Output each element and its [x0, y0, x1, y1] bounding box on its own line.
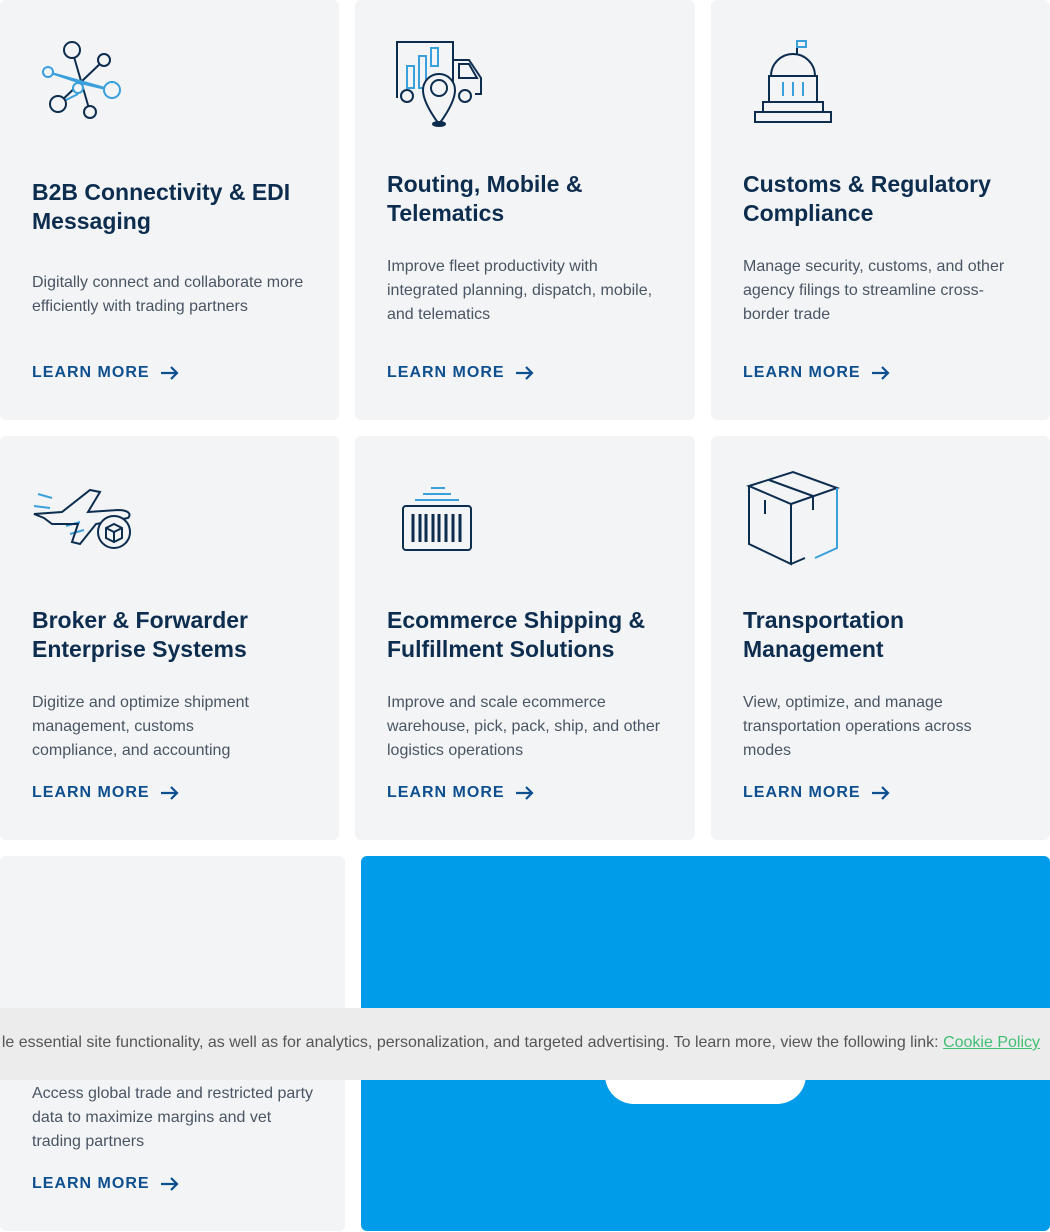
learn-more-link[interactable]: LEARN MORE [32, 784, 180, 802]
network-nodes-icon [38, 36, 130, 131]
solution-card-customs: Customs & Regulatory Compliance Manage s… [711, 0, 1050, 420]
card-title: Customs & Regulatory Compliance [743, 171, 991, 226]
airplane-package-icon [32, 484, 136, 559]
arrow-right-icon [871, 786, 890, 800]
arrow-right-icon [871, 366, 890, 380]
learn-more-link[interactable]: LEARN MORE [743, 364, 891, 382]
learn-more-link[interactable]: LEARN MORE [32, 364, 180, 382]
cookie-banner: le essential site functionality, as well… [0, 1008, 1050, 1080]
card-description: Digitally connect and collaborate more e… [32, 274, 304, 315]
box-icon [745, 470, 841, 573]
solution-card-routing: Routing, Mobile & Telematics Improve fle… [355, 0, 695, 420]
learn-more-link[interactable]: LEARN MORE [743, 784, 891, 802]
learn-more-label: LEARN MORE [32, 1175, 150, 1192]
government-building-icon [753, 38, 835, 133]
solution-card-transportation: Transportation Management View, optimize… [711, 436, 1050, 840]
learn-more-label: LEARN MORE [387, 364, 505, 381]
learn-more-label: LEARN MORE [743, 784, 861, 801]
arrow-right-icon [515, 786, 534, 800]
solution-card-broker: Broker & Forwarder Enterprise Systems Di… [0, 436, 339, 840]
card-title: Routing, Mobile & Telematics [387, 171, 583, 226]
card-description: Improve and scale ecommerce warehouse, p… [387, 694, 661, 759]
card-description: Improve fleet productivity with integrat… [387, 258, 653, 323]
card-description: Digitize and optimize shipment managemen… [32, 694, 249, 759]
card-title: Broker & Forwarder Enterprise Systems [32, 607, 249, 662]
cookie-banner-text: le essential site functionality, as well… [1, 1034, 939, 1051]
arrow-right-icon [160, 366, 179, 380]
learn-more-link[interactable]: LEARN MORE [32, 1175, 180, 1193]
arrow-right-icon [160, 1177, 179, 1191]
truck-location-icon [393, 38, 485, 133]
learn-more-label: LEARN MORE [32, 784, 150, 801]
learn-more-label: LEARN MORE [387, 784, 505, 801]
learn-more-link[interactable]: LEARN MORE [387, 364, 535, 382]
cookie-banner-text-wrap: le essential site functionality, as well… [2, 1032, 1040, 1054]
cookie-policy-link[interactable]: Cookie Policy [943, 1034, 1040, 1051]
barcode-package-icon [401, 484, 475, 559]
card-description: View, optimize, and manage transportatio… [743, 694, 972, 759]
arrow-right-icon [515, 366, 534, 380]
card-title: Ecommerce Shipping & Fulfillment Solutio… [387, 607, 646, 662]
solution-card-ecommerce: Ecommerce Shipping & Fulfillment Solutio… [355, 436, 695, 840]
learn-more-label: LEARN MORE [32, 364, 150, 381]
card-title: Transportation Management [743, 607, 905, 662]
arrow-right-icon [160, 786, 179, 800]
solution-card-b2b: B2B Connectivity & EDI Messaging Digital… [0, 0, 339, 420]
card-title: B2B Connectivity & EDI Messaging [32, 179, 291, 234]
learn-more-label: LEARN MORE [743, 364, 861, 381]
card-description: Manage security, customs, and other agen… [743, 258, 1005, 323]
learn-more-link[interactable]: LEARN MORE [387, 784, 535, 802]
card-description: Access global trade and restricted party… [32, 1085, 314, 1150]
